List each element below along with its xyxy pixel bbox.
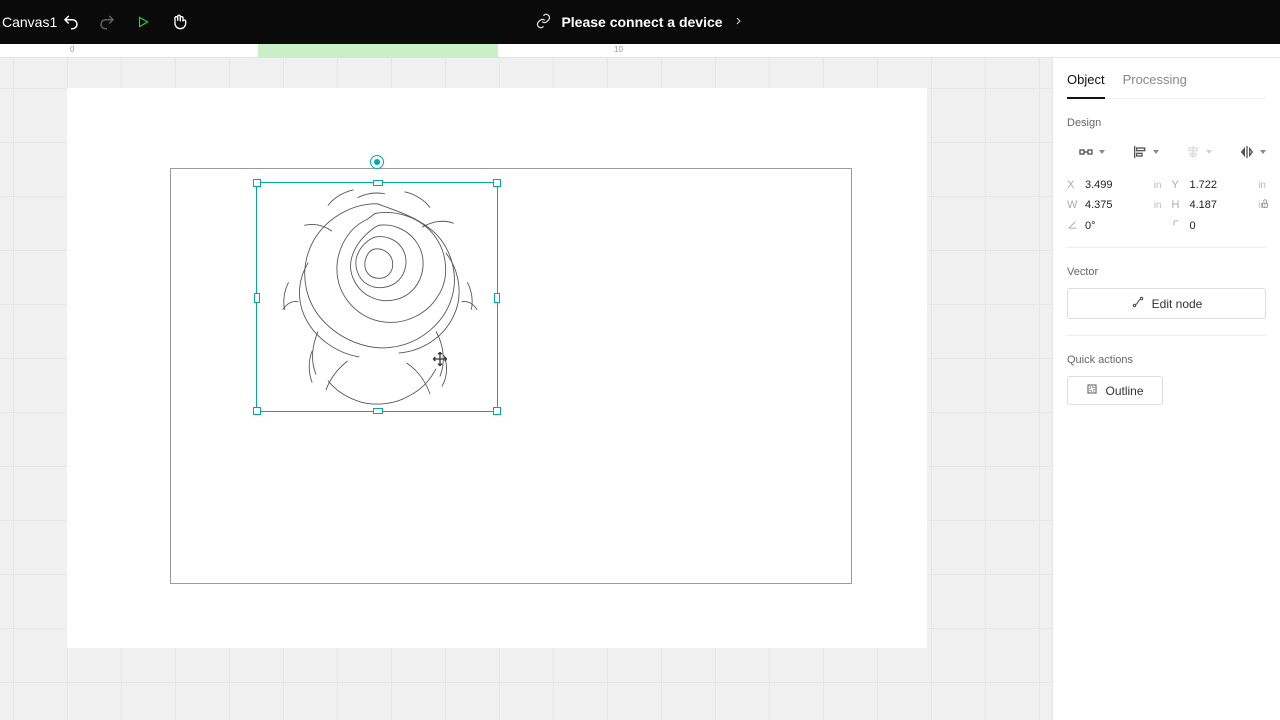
- properties-panel: Object Processing Design: [1052, 58, 1280, 720]
- resize-handle-n[interactable]: [373, 180, 383, 186]
- ruler-tick: 0: [70, 45, 74, 54]
- resize-handle-nw[interactable]: [253, 179, 261, 187]
- canvas-viewport[interactable]: [0, 58, 1052, 720]
- edit-node-label: Edit node: [1152, 297, 1203, 311]
- chevron-down-icon: [1153, 150, 1159, 154]
- edit-node-button[interactable]: Edit node: [1067, 288, 1266, 319]
- play-button[interactable]: [134, 13, 152, 31]
- section-quick-label: Quick actions: [1067, 354, 1266, 366]
- outline-label: Outline: [1105, 384, 1143, 398]
- prop-x[interactable]: X 3.499 in: [1067, 179, 1162, 191]
- transform-properties: X 3.499 in Y 1.722 in W 4.375 in H 4.187…: [1067, 179, 1266, 233]
- lock-aspect-icon[interactable]: [1260, 197, 1270, 214]
- redo-button[interactable]: [98, 13, 116, 31]
- horizontal-ruler: 0 10: [0, 44, 1280, 58]
- align-left-button[interactable]: [1121, 139, 1159, 165]
- selection-bounds[interactable]: [256, 182, 498, 412]
- pan-hand-button[interactable]: [170, 13, 188, 31]
- chevron-down-icon: [1099, 150, 1105, 154]
- ruler-tick: 10: [614, 45, 623, 54]
- align-center-button[interactable]: [1174, 139, 1212, 165]
- main-area: Object Processing Design: [0, 58, 1280, 720]
- tab-object[interactable]: Object: [1067, 72, 1105, 99]
- outline-button[interactable]: Outline: [1067, 376, 1163, 405]
- move-cursor-icon: [432, 351, 448, 367]
- prop-y[interactable]: Y 1.722 in: [1172, 179, 1267, 191]
- resize-handle-w[interactable]: [254, 293, 260, 303]
- toolbar-nav: [62, 13, 188, 31]
- distribute-button[interactable]: [1067, 139, 1105, 165]
- chevron-down-icon: [1206, 150, 1212, 154]
- connect-device-label: Please connect a device: [561, 14, 722, 30]
- alignment-row: [1067, 139, 1266, 165]
- prop-corner[interactable]: 0: [1172, 219, 1267, 233]
- connect-device[interactable]: Please connect a device: [535, 13, 744, 32]
- tab-processing[interactable]: Processing: [1123, 72, 1187, 98]
- edit-node-icon: [1131, 295, 1145, 312]
- ruler-selection-highlight: [258, 44, 498, 58]
- section-design-label: Design: [1067, 117, 1266, 129]
- chevron-down-icon: [1260, 150, 1266, 154]
- prop-rotation[interactable]: 0°: [1067, 219, 1162, 233]
- rotation-handle[interactable]: [370, 155, 384, 169]
- resize-handle-e[interactable]: [494, 293, 500, 303]
- angle-icon: [1067, 219, 1079, 233]
- resize-handle-ne[interactable]: [493, 179, 501, 187]
- resize-handle-se[interactable]: [493, 407, 501, 415]
- panel-tabs: Object Processing: [1067, 58, 1266, 99]
- flip-button[interactable]: [1228, 139, 1266, 165]
- link-icon: [535, 13, 551, 32]
- document-title: Canvas1: [0, 14, 57, 30]
- corner-icon: [1172, 219, 1184, 233]
- outline-icon: [1086, 383, 1098, 398]
- resize-handle-s[interactable]: [373, 408, 383, 414]
- undo-button[interactable]: [62, 13, 80, 31]
- prop-h[interactable]: H 4.187 in: [1172, 199, 1267, 211]
- section-vector-label: Vector: [1067, 266, 1266, 278]
- resize-handle-sw[interactable]: [253, 407, 261, 415]
- top-toolbar: Canvas1 Please connect a device: [0, 0, 1280, 44]
- prop-w[interactable]: W 4.375 in: [1067, 199, 1162, 211]
- chevron-right-icon: [733, 14, 745, 30]
